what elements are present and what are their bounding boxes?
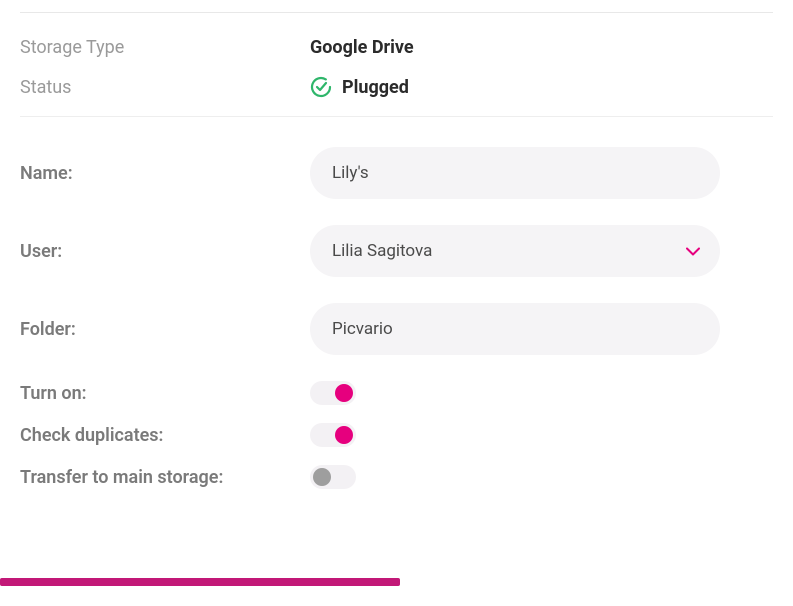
check-duplicates-row: Check duplicates:	[20, 423, 773, 447]
folder-label: Folder:	[20, 319, 310, 340]
toggle-knob	[335, 384, 353, 402]
status-row: Status Plugged	[20, 76, 773, 98]
user-select-wrap: Lilia Sagitova	[310, 225, 720, 277]
check-duplicates-toggle[interactable]	[310, 423, 356, 447]
transfer-row: Transfer to main storage:	[20, 465, 773, 489]
info-section: Storage Type Google Drive Status Plugged	[20, 13, 773, 116]
transfer-toggle[interactable]	[310, 465, 356, 489]
storage-type-row: Storage Type Google Drive	[20, 37, 773, 58]
status-label: Status	[20, 77, 310, 98]
name-input[interactable]	[310, 147, 720, 199]
user-row: User: Lilia Sagitova	[20, 225, 773, 277]
check-circle-icon	[310, 76, 332, 98]
turn-on-toggle[interactable]	[310, 381, 356, 405]
name-row: Name:	[20, 147, 773, 199]
folder-input[interactable]	[310, 303, 720, 355]
user-label: User:	[20, 241, 310, 262]
turn-on-label: Turn on:	[20, 383, 310, 404]
progress-bar	[0, 578, 400, 586]
toggle-knob	[335, 426, 353, 444]
storage-type-value: Google Drive	[310, 37, 414, 58]
name-label: Name:	[20, 163, 310, 184]
form-section: Name: User: Lilia Sagitova Folder: Turn …	[20, 147, 773, 489]
mid-divider	[20, 116, 773, 117]
status-value-wrap: Plugged	[310, 76, 409, 98]
user-select[interactable]: Lilia Sagitova	[310, 225, 720, 277]
status-text: Plugged	[342, 77, 409, 98]
folder-row: Folder:	[20, 303, 773, 355]
toggle-knob	[313, 468, 331, 486]
transfer-label: Transfer to main storage:	[20, 467, 310, 488]
check-duplicates-label: Check duplicates:	[20, 425, 310, 446]
storage-type-label: Storage Type	[20, 37, 310, 58]
turn-on-row: Turn on:	[20, 381, 773, 405]
